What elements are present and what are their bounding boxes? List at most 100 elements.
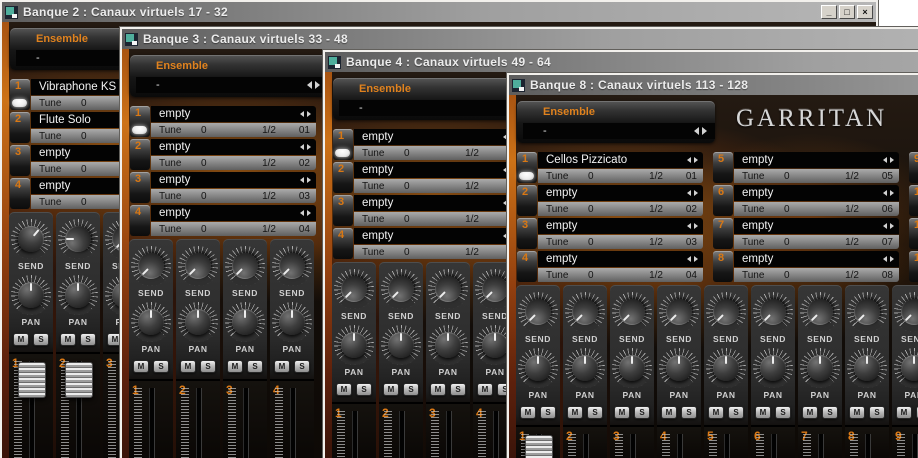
tune-value[interactable]: 0 <box>404 247 456 258</box>
fader-track[interactable] <box>196 388 202 458</box>
tune-value[interactable]: 0 <box>588 237 640 248</box>
solo-button[interactable]: S <box>200 360 216 373</box>
slot-number-tab[interactable]: 4 <box>517 251 537 282</box>
instrument-selector[interactable]: empty <box>734 185 899 201</box>
pan-knob[interactable] <box>572 355 598 381</box>
fader-track[interactable] <box>493 411 499 458</box>
slot-number-tab[interactable]: 1 <box>10 79 30 110</box>
mute-button[interactable]: M <box>336 383 352 396</box>
ensemble-dropdown[interactable]: Ensemble - <box>517 101 715 143</box>
solo-button[interactable]: S <box>728 406 744 419</box>
tune-value[interactable]: 0 <box>201 125 253 136</box>
tune-value[interactable]: 0 <box>588 204 640 215</box>
instrument-selector[interactable]: empty <box>538 251 703 267</box>
tune-step-value[interactable]: 1/2 <box>456 181 493 192</box>
slot-number-tab[interactable]: 7 <box>713 218 733 249</box>
prev-arrow-icon[interactable] <box>300 177 304 183</box>
solo-button[interactable]: S <box>634 406 650 419</box>
prev-arrow-icon[interactable] <box>883 223 887 229</box>
instrument-selector[interactable]: empty <box>151 106 316 122</box>
tune-value[interactable]: 0 <box>588 270 640 281</box>
tune-value[interactable]: 0 <box>201 158 253 169</box>
slot-number-tab[interactable]: 2 <box>333 162 353 193</box>
fader-track[interactable] <box>865 434 871 458</box>
tune-value[interactable]: 0 <box>404 214 456 225</box>
prev-next-arrows[interactable] <box>300 144 311 150</box>
mute-button[interactable]: M <box>614 406 630 419</box>
titlebar-banque-2[interactable]: Banque 2 : Canaux virtuels 17 - 32 _ □ × <box>2 2 876 22</box>
pan-knob[interactable] <box>619 355 645 381</box>
instrument-selector[interactable]: empty <box>734 152 899 168</box>
tune-value[interactable]: 0 <box>784 171 836 182</box>
prev-arrow-icon[interactable] <box>883 190 887 196</box>
prev-arrow-icon[interactable] <box>300 111 304 117</box>
fader-track[interactable] <box>290 388 296 458</box>
slot-number-tab[interactable]: 8 <box>713 251 733 282</box>
fader-track[interactable] <box>724 434 730 458</box>
mute-button[interactable]: M <box>430 383 446 396</box>
next-arrow-icon[interactable] <box>694 190 698 196</box>
fader-track[interactable] <box>912 434 918 458</box>
maximize-button[interactable]: □ <box>839 5 855 19</box>
solo-button[interactable]: S <box>822 406 838 419</box>
solo-button[interactable]: S <box>80 333 96 346</box>
pan-knob[interactable] <box>435 332 461 358</box>
instrument-selector[interactable]: empty <box>734 218 899 234</box>
ensemble-dropdown[interactable]: Ensemble - <box>333 78 531 120</box>
tune-value[interactable]: 0 <box>201 224 253 235</box>
tune-step-value[interactable]: 1/2 <box>253 125 290 136</box>
prev-next-arrows[interactable] <box>687 223 698 229</box>
solo-button[interactable]: S <box>540 406 556 419</box>
pan-knob[interactable] <box>525 355 551 381</box>
instrument-selector[interactable]: empty <box>734 251 899 267</box>
tune-value[interactable]: 0 <box>784 204 836 215</box>
tune-value[interactable]: 0 <box>404 181 456 192</box>
tune-step-value[interactable]: 1/2 <box>640 204 677 215</box>
pan-knob[interactable] <box>232 309 258 335</box>
slot-number-tab[interactable]: 4 <box>333 228 353 259</box>
pan-knob[interactable] <box>713 355 739 381</box>
instrument-selector[interactable]: empty <box>151 139 316 155</box>
pan-knob[interactable] <box>341 332 367 358</box>
tune-value[interactable]: 0 <box>588 171 640 182</box>
slot-number-tab[interactable]: 2 <box>517 185 537 216</box>
mute-button[interactable]: M <box>133 360 149 373</box>
slot-number-tab[interactable]: 3 <box>130 172 150 203</box>
solo-button[interactable]: S <box>247 360 263 373</box>
ensemble-dropdown[interactable]: Ensemble - <box>130 55 328 97</box>
fader-track[interactable] <box>583 434 589 458</box>
mute-button[interactable]: M <box>661 406 677 419</box>
mute-button[interactable]: M <box>520 406 536 419</box>
prev-arrow-icon[interactable] <box>300 210 304 216</box>
slot-number-tab[interactable]: 3 <box>333 195 353 226</box>
solo-button[interactable]: S <box>294 360 310 373</box>
next-arrow-icon[interactable] <box>307 210 311 216</box>
send-knob[interactable] <box>65 226 91 252</box>
solo-button[interactable]: S <box>403 383 419 396</box>
instrument-selector[interactable]: empty <box>354 228 519 244</box>
mute-button[interactable]: M <box>227 360 243 373</box>
prev-next-arrows[interactable] <box>883 256 894 262</box>
titlebar-banque-4[interactable]: Banque 4 : Canaux virtuels 49 - 64 <box>325 52 918 72</box>
ensemble-value-row[interactable]: - <box>136 77 328 93</box>
slot-number-tab[interactable]: 5 <box>713 152 733 183</box>
prev-arrow-icon[interactable] <box>687 190 691 196</box>
solo-button[interactable]: S <box>869 406 885 419</box>
fader-track[interactable] <box>149 388 155 458</box>
prev-arrow-icon[interactable] <box>883 256 887 262</box>
titlebar-banque-8[interactable]: Banque 8 : Canaux virtuels 113 - 128 <box>509 75 918 95</box>
prev-arrow-icon[interactable] <box>687 256 691 262</box>
pan-knob[interactable] <box>388 332 414 358</box>
prev-next-arrows[interactable] <box>687 157 698 163</box>
tune-value[interactable]: 0 <box>404 148 456 159</box>
prev-next-arrows[interactable] <box>687 256 698 262</box>
tune-step-value[interactable]: 1/2 <box>836 270 873 281</box>
next-arrow-icon[interactable] <box>890 157 894 163</box>
minimize-button[interactable]: _ <box>821 5 837 19</box>
solo-button[interactable]: S <box>681 406 697 419</box>
fader-track[interactable] <box>399 411 405 458</box>
prev-next-arrows[interactable] <box>687 190 698 196</box>
pan-knob[interactable] <box>279 309 305 335</box>
mute-button[interactable]: M <box>755 406 771 419</box>
instrument-selector[interactable]: empty <box>354 129 519 145</box>
